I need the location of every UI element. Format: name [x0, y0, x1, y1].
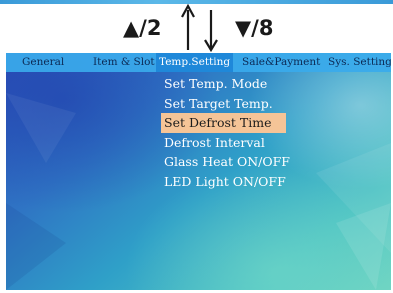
down-key-hint: ▼/8 — [235, 16, 274, 40]
up-key-hint: ▲/2 — [123, 16, 162, 40]
tab-sys-setting[interactable]: Sys. Setting — [328, 53, 391, 72]
menu-item-glass-heat[interactable]: Glass Heat ON/OFF — [161, 152, 391, 172]
temp-setting-menu: Set Temp. Mode Set Target Temp. Set Defr… — [161, 74, 391, 192]
menu-item-set-defrost-time[interactable]: Set Defrost Time — [161, 113, 286, 133]
tab-item-slot[interactable]: Item & Slot — [93, 53, 155, 72]
tab-general[interactable]: General — [22, 53, 64, 72]
settings-screen: General Item & Slot Temp.Setting Sale&Pa… — [6, 53, 391, 290]
menu-item-led-light[interactable]: LED Light ON/OFF — [161, 172, 391, 192]
navigation-arrows-icon — [181, 3, 218, 52]
menu-item-set-target-temp[interactable]: Set Target Temp. — [161, 94, 391, 114]
arrow-down-icon — [204, 10, 218, 52]
menu-item-set-temp-mode[interactable]: Set Temp. Mode — [161, 74, 391, 94]
menu-item-defrost-interval[interactable]: Defrost Interval — [161, 133, 391, 153]
tab-temp-setting[interactable]: Temp.Setting — [156, 53, 234, 72]
arrow-up-icon — [181, 3, 195, 50]
tab-sale-payment[interactable]: Sale&Payment — [242, 53, 320, 72]
tab-bar: General Item & Slot Temp.Setting Sale&Pa… — [6, 53, 391, 72]
